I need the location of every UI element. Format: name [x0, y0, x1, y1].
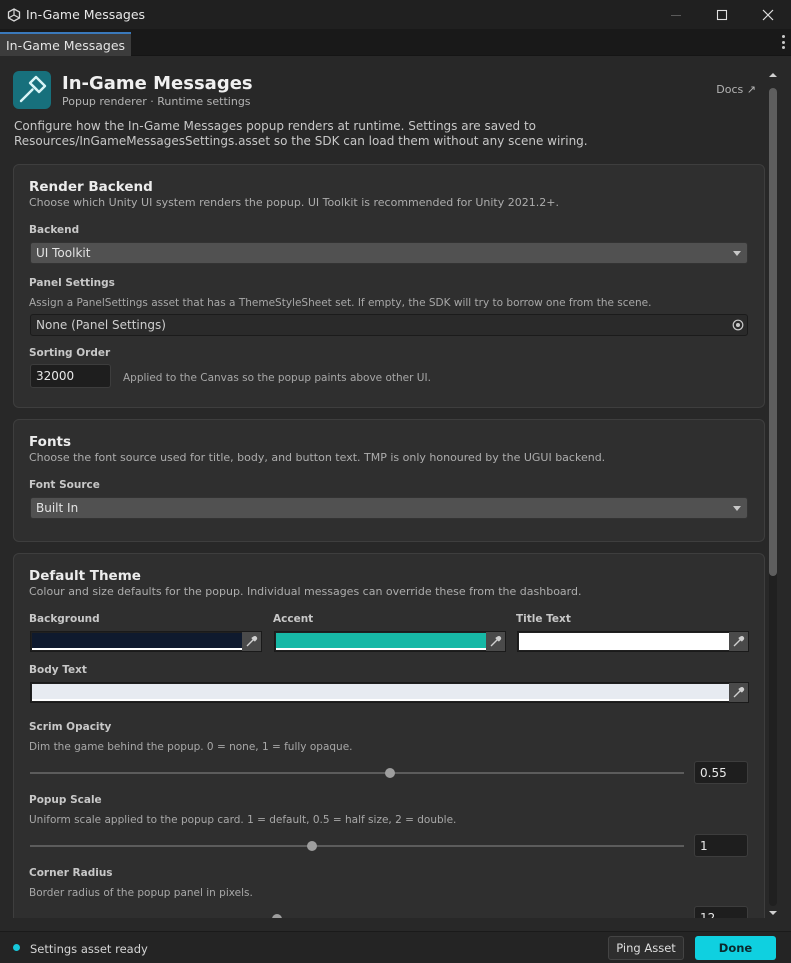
- page-subtitle: Popup renderer · Runtime settings: [62, 95, 251, 108]
- hammer-logo-icon: [13, 71, 51, 109]
- scrim-opacity-help: Dim the game behind the popup. 0 = none,…: [29, 741, 353, 753]
- scrim-opacity-slider[interactable]: [30, 772, 684, 774]
- scrollbar-thumb[interactable]: [769, 88, 777, 576]
- card-description: Choose which Unity UI system renders the…: [29, 196, 559, 209]
- popup-scale-help: Uniform scale applied to the popup card.…: [29, 814, 457, 826]
- render-backend-card: Render Backend Choose which Unity UI sys…: [13, 164, 765, 408]
- window-titlebar: In-Game Messages: [0, 0, 791, 29]
- card-description: Choose the font source used for title, b…: [29, 451, 606, 464]
- chevron-down-icon: [733, 506, 741, 511]
- tab-label: In-Game Messages: [6, 37, 126, 53]
- corner-radius-help: Border radius of the popup panel in pixe…: [29, 887, 253, 899]
- alpha-bar: [519, 648, 729, 650]
- color-swatch: [32, 684, 729, 699]
- scrim-opacity-value: 0.55: [700, 765, 727, 780]
- title-text-label: Title Text: [516, 613, 571, 625]
- sorting-order-input[interactable]: 32000: [30, 364, 111, 388]
- fonts-card: Fonts Choose the font source used for ti…: [13, 419, 765, 542]
- window-title: In-Game Messages: [26, 7, 146, 22]
- font-source-value: Built In: [36, 501, 79, 515]
- status-indicator-icon: [13, 944, 20, 951]
- settings-content: In-Game Messages Popup renderer · Runtim…: [0, 57, 766, 918]
- status-bar: Settings asset ready Ping Asset Done: [0, 931, 791, 963]
- ping-asset-button[interactable]: Ping Asset: [608, 936, 684, 960]
- object-picker-icon[interactable]: [732, 319, 744, 331]
- status-text: Settings asset ready: [30, 942, 148, 956]
- backend-label: Backend: [29, 224, 80, 236]
- color-swatch: [519, 633, 729, 648]
- popup-scale-value: 1: [700, 838, 708, 853]
- intro-text: Configure how the In-Game Messages popup…: [14, 119, 588, 148]
- background-color-field[interactable]: [30, 631, 262, 652]
- done-button[interactable]: Done: [695, 936, 776, 960]
- eyedropper-icon[interactable]: [486, 632, 505, 651]
- accent-color-field[interactable]: [274, 631, 506, 652]
- backend-dropdown[interactable]: UI Toolkit: [30, 242, 748, 264]
- vertical-scrollbar[interactable]: [766, 70, 780, 918]
- card-description: Colour and size defaults for the popup. …: [29, 585, 582, 598]
- panel-settings-field[interactable]: None (Panel Settings): [30, 314, 748, 336]
- tab-strip: In-Game Messages: [0, 29, 791, 56]
- maximize-icon: [716, 9, 728, 20]
- popup-scale-slider[interactable]: [30, 845, 684, 847]
- panel-settings-help: Assign a PanelSettings asset that has a …: [29, 297, 652, 309]
- title-text-color-field[interactable]: [517, 631, 749, 652]
- color-swatch: [32, 633, 242, 648]
- panel-settings-label: Panel Settings: [29, 277, 115, 289]
- eyedropper-icon[interactable]: [729, 632, 748, 651]
- popup-scale-input[interactable]: 1: [694, 834, 748, 857]
- scrim-opacity-label: Scrim Opacity: [29, 721, 112, 733]
- close-window-button[interactable]: [745, 0, 791, 29]
- font-source-label: Font Source: [29, 479, 100, 491]
- eyedropper-icon[interactable]: [729, 683, 748, 702]
- slider-thumb[interactable]: [385, 768, 395, 778]
- slider-thumb[interactable]: [307, 841, 317, 851]
- body-text-color-field[interactable]: [30, 682, 749, 703]
- slider-thumb[interactable]: [272, 914, 282, 918]
- body-text-label: Body Text: [29, 664, 87, 676]
- popup-scale-label: Popup Scale: [29, 794, 102, 806]
- color-swatch: [276, 633, 486, 648]
- page-title: In-Game Messages: [62, 73, 253, 94]
- accent-label: Accent: [273, 613, 314, 625]
- minimize-button[interactable]: [653, 0, 699, 29]
- maximize-button[interactable]: [699, 0, 745, 29]
- unity-app-icon: [7, 7, 21, 22]
- sorting-order-label: Sorting Order: [29, 347, 111, 359]
- card-title: Fonts: [29, 434, 72, 450]
- alpha-bar: [32, 699, 729, 701]
- sorting-order-value: 32000: [36, 369, 75, 383]
- corner-radius-label: Corner Radius: [29, 867, 113, 879]
- chevron-down-icon: [733, 251, 741, 256]
- card-title: Render Backend: [29, 179, 153, 195]
- card-title: Default Theme: [29, 568, 141, 584]
- alpha-bar: [32, 648, 242, 650]
- close-icon: [762, 9, 774, 20]
- scroll-up-icon[interactable]: [768, 70, 778, 80]
- background-label: Background: [29, 613, 100, 625]
- font-source-dropdown[interactable]: Built In: [30, 497, 748, 519]
- default-theme-card: Default Theme Colour and size defaults f…: [13, 553, 765, 918]
- sorting-order-help: Applied to the Canvas so the popup paint…: [123, 372, 431, 384]
- corner-radius-value: 12: [700, 910, 716, 919]
- backend-value: UI Toolkit: [36, 246, 91, 260]
- panel-settings-value: None (Panel Settings): [36, 318, 166, 332]
- scrim-opacity-input[interactable]: 0.55: [694, 761, 748, 784]
- tab-menu-icon[interactable]: [780, 35, 786, 49]
- alpha-bar: [276, 648, 486, 650]
- minimize-icon: [671, 14, 681, 16]
- corner-radius-input[interactable]: 12: [694, 906, 748, 918]
- tab-in-game-messages[interactable]: In-Game Messages: [0, 32, 132, 56]
- eyedropper-icon[interactable]: [242, 632, 261, 651]
- docs-link[interactable]: Docs ↗: [716, 83, 756, 96]
- scroll-down-icon[interactable]: [768, 908, 778, 918]
